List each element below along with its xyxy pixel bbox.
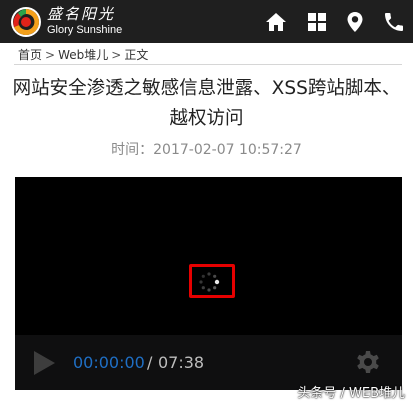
article-title: 网站安全渗透之敏感信息泄露、XSS跨站脚本、 越权访问 <box>10 74 403 134</box>
article-title-line-2: 越权访问 <box>169 108 244 129</box>
video-duration: 07:38 <box>158 353 205 372</box>
location-pin-icon[interactable] <box>343 10 367 34</box>
gear-icon[interactable] <box>355 349 381 375</box>
publish-time: 时间：2017-02-07 10:57:27 <box>0 139 413 161</box>
breadcrumb-separator: > <box>45 48 56 62</box>
video-control-bar: 00:00:00 / 07:38 <box>15 335 402 390</box>
breadcrumb-home-link[interactable]: 首页 <box>18 48 42 62</box>
spinner-highlight-box <box>189 264 235 298</box>
top-header: 盛名阳光 Glory Sunshine <box>0 0 413 43</box>
breadcrumb-category-link[interactable]: Web堆儿 <box>58 48 108 62</box>
publish-time-value: 2017-02-07 10:57:27 <box>153 142 302 158</box>
grid-icon[interactable] <box>305 10 329 34</box>
play-icon[interactable] <box>32 350 56 376</box>
video-player[interactable]: 00:00:00 / 07:38 <box>15 177 402 390</box>
phone-icon[interactable] <box>382 10 406 34</box>
brand-name-english: Glory Sunshine <box>47 24 123 36</box>
current-time: 00:00:00 <box>73 353 145 372</box>
publish-time-label: 时间： <box>111 142 154 158</box>
breadcrumb-divider <box>14 64 402 65</box>
article-title-line-1: 网站安全渗透之敏感信息泄露、XSS跨站脚本、 <box>12 78 401 99</box>
brand-name-chinese: 盛名阳光 <box>47 5 116 23</box>
glory-sunshine-logo[interactable] <box>9 5 43 39</box>
watermark-text: 头条号 / WEB堆儿 <box>297 386 405 401</box>
breadcrumb: 首页 > Web堆儿 > 正文 <box>18 47 148 63</box>
breadcrumb-current: 正文 <box>124 48 149 62</box>
home-icon[interactable] <box>264 10 288 34</box>
time-separator: / <box>147 353 153 372</box>
breadcrumb-separator: > <box>111 48 122 62</box>
